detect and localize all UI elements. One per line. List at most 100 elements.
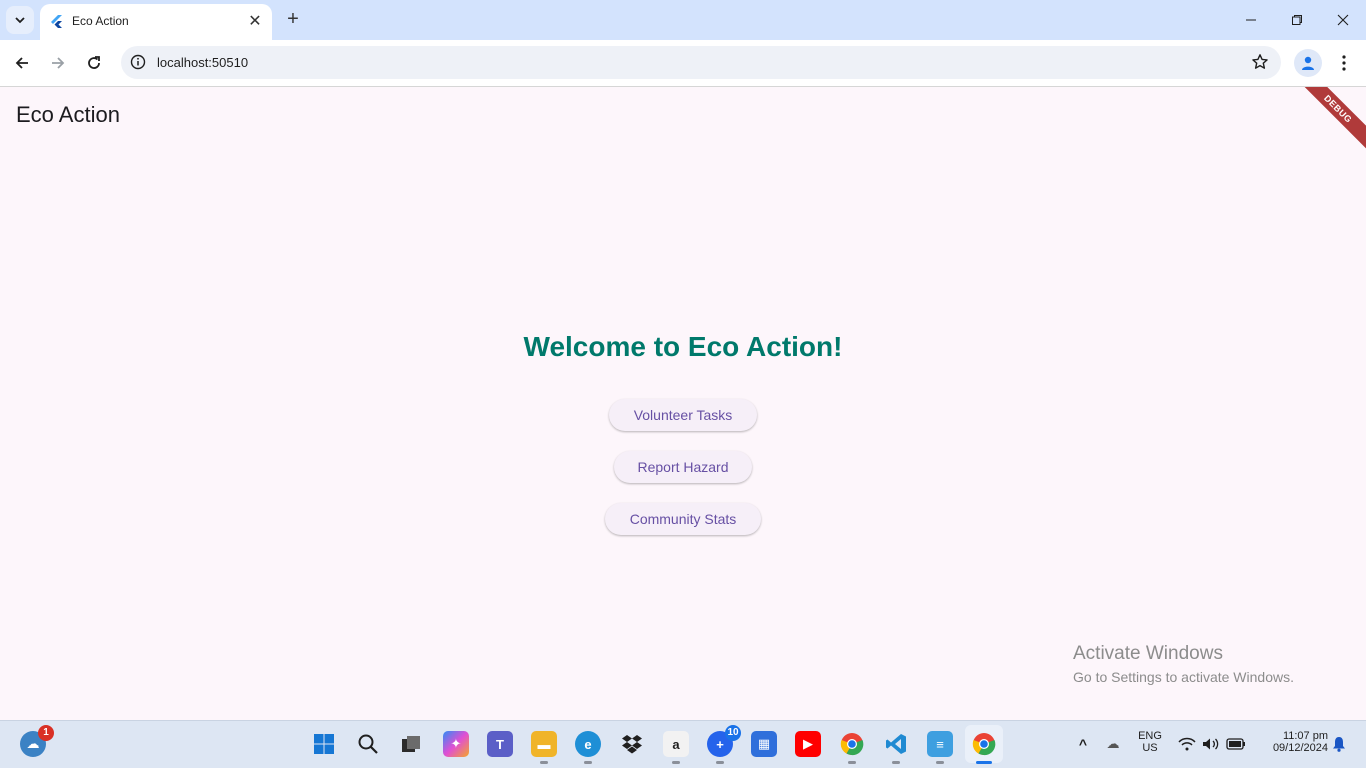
dropbox-icon [622,735,642,754]
wifi-status[interactable] [1176,731,1198,757]
weather-widget[interactable]: ☁ 1 [20,725,54,757]
plus-icon: + [716,736,724,752]
watermark-subtitle: Go to Settings to activate Windows. [1073,669,1294,685]
search-icon [358,734,378,754]
language-code: ENG [1138,730,1162,742]
vscode-app[interactable] [883,731,909,757]
welcome-heading: Welcome to Eco Action! [523,331,843,362]
new-tab-button[interactable]: + [282,8,304,30]
chevron-down-icon [15,17,25,24]
debug-banner: DEBUG [1289,87,1366,158]
more-vert-icon [1342,55,1346,71]
browser-toolbar: localhost:50510 [0,40,1366,87]
task-view-icon [402,736,420,752]
tab-strip: Eco Action ✕ + [0,0,1366,40]
watermark-title: Activate Windows [1073,643,1223,664]
flutter-icon [51,15,62,28]
teams-icon: T [496,736,504,752]
speaker-icon [1203,738,1219,750]
chrome-icon [972,733,996,756]
clock[interactable]: 11:07 pm 09/12/2024 [1256,730,1328,754]
youtube-app[interactable]: ▶ [795,731,821,757]
search-button[interactable] [355,731,381,757]
teams-app[interactable]: T [487,731,513,757]
battery-icon [1226,738,1245,750]
wifi-icon [1178,737,1196,751]
person-icon [1302,56,1314,70]
play-icon: ▶ [803,736,813,751]
edge-running-indicator [584,761,592,764]
battery-status[interactable] [1224,731,1248,757]
url-text[interactable]: localhost:50510 [157,55,248,70]
notifications-button[interactable] [1330,731,1348,757]
weather-badge: 1 [38,725,54,741]
windows-logo-icon [314,734,334,754]
community-stats-button[interactable]: Community Stats [605,503,761,535]
store-app[interactable]: ▦ [751,731,777,757]
restore-icon [1292,15,1302,25]
edge-icon: e [584,736,592,752]
bookmark-star-icon[interactable] [1251,53,1269,71]
store-bag-icon: ▦ [757,736,771,751]
close-window-button[interactable] [1320,0,1366,40]
browser-menu-button[interactable] [1334,49,1354,77]
plus-app[interactable]: + 10 [707,725,741,757]
amazon-app[interactable]: a [663,731,689,757]
chrome-active-indicator [976,761,992,764]
appbar-title: Eco Action [16,102,120,127]
language-indicator[interactable]: ENG US [1134,730,1166,754]
folder-icon: ▬ [537,736,551,752]
explorer-running-indicator [540,761,548,764]
chrome-app-active[interactable] [965,725,1003,763]
notepad-app[interactable]: ≡ [927,731,953,757]
chrome-icon [840,733,864,756]
chrome-profile-running-indicator [848,761,856,764]
report-hazard-button[interactable]: Report Hazard [614,451,752,483]
show-hidden-icons-button[interactable]: ^ [1070,731,1096,757]
minimize-icon [1246,19,1256,21]
start-button[interactable] [311,731,337,757]
browser-tab[interactable]: Eco Action ✕ [40,4,272,40]
amazon-running-indicator [672,761,680,764]
cloud-icon: ☁ [26,736,40,751]
onedrive-status[interactable]: ☁ [1100,731,1126,757]
back-button[interactable] [8,49,36,77]
close-icon [1337,14,1349,26]
amazon-icon: a [672,736,680,752]
clock-time: 11:07 pm [1282,730,1328,742]
site-info-icon[interactable] [130,54,146,70]
app-viewport: Eco Action DEBUG Welcome to Eco Action! … [0,87,1366,720]
language-region: US [1142,742,1158,754]
copilot-app[interactable]: ✦ [443,731,469,757]
close-tab-icon[interactable]: ✕ [246,12,264,30]
task-view-button[interactable] [398,731,424,757]
profile-button[interactable] [1294,49,1322,77]
tab-title: Eco Action [72,14,129,28]
vscode-icon [886,734,906,754]
vscode-running-indicator [892,761,900,764]
activate-windows-watermark: Activate Windows Go to Settings to activ… [1073,643,1294,685]
minimize-button[interactable] [1228,0,1274,40]
volume-status[interactable] [1200,731,1222,757]
arrow-left-icon [15,57,28,69]
chrome-profile-app[interactable] [839,731,865,757]
copilot-icon: ✦ [450,736,462,751]
reload-icon [88,56,100,69]
restore-button[interactable] [1274,0,1320,40]
app-badge: 10 [725,725,741,741]
plus-running-indicator [716,761,724,764]
forward-button[interactable] [44,49,72,77]
address-bar[interactable]: localhost:50510 [121,46,1281,79]
bell-icon [1333,737,1345,752]
dropbox-app[interactable] [619,731,645,757]
notepad-icon: ≡ [936,736,944,752]
notepad-running-indicator [936,761,944,764]
chevron-up-icon: ^ [1078,736,1088,752]
clock-date: 09/12/2024 [1272,742,1328,754]
windows-taskbar: ☁ 1 ✦ T ▬ e a + 10 ▦ ▶ ≡ ^ ☁ ENG US 11:0… [0,720,1366,768]
tab-search-button[interactable] [6,6,34,34]
file-explorer-app[interactable]: ▬ [531,731,557,757]
reload-button[interactable] [80,49,108,77]
edge-app[interactable]: e [575,731,601,757]
volunteer-tasks-button[interactable]: Volunteer Tasks [609,399,757,431]
